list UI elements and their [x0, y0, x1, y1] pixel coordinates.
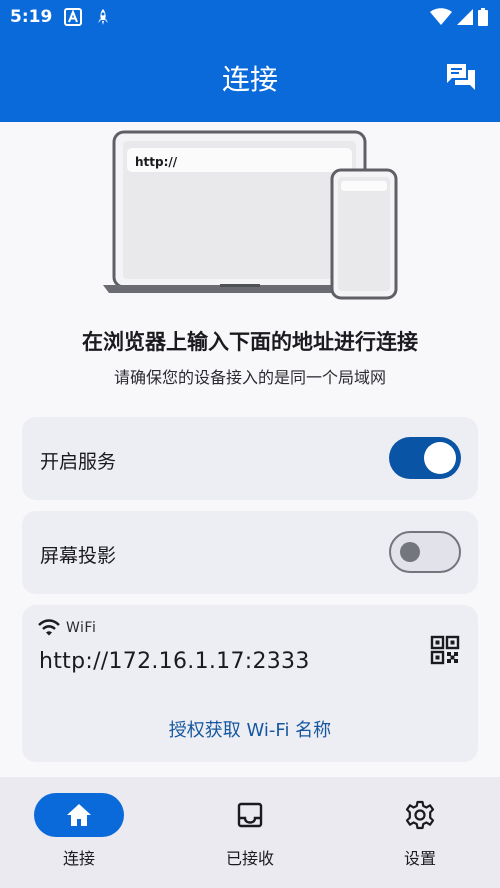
switch-knob: [400, 542, 420, 562]
wifi-icon: [38, 619, 60, 636]
feedback-icon: [447, 64, 475, 90]
feedback-button[interactable]: [444, 60, 478, 94]
projection-toggle-row[interactable]: 屏幕投影: [22, 511, 478, 594]
bottom-navigation: 连接 已接收 设置: [0, 777, 500, 888]
service-switch[interactable]: [389, 437, 461, 479]
authorize-wifi-name-link[interactable]: 授权获取 Wi-Fi 名称: [22, 716, 478, 742]
network-label: WiFi: [66, 620, 97, 636]
page-title: 连接: [221, 63, 278, 96]
cellular-signal-icon: [457, 9, 473, 25]
gear-icon: [405, 800, 435, 830]
devices-illustration: http://: [103, 130, 398, 300]
projection-switch[interactable]: [389, 531, 461, 573]
qr-code-button[interactable]: [430, 635, 460, 665]
connection-address[interactable]: http://172.16.1.17:2333: [39, 649, 310, 674]
font-notification-icon: [64, 8, 82, 26]
nav-item-settings[interactable]: 设置: [353, 791, 493, 871]
connect-headline: 在浏览器上输入下面的地址进行连接: [82, 330, 418, 354]
status-bar: 5:19: [0, 0, 500, 34]
rocket-notification-icon: [98, 9, 108, 25]
nav-item-received[interactable]: 已接收: [183, 791, 323, 871]
connect-hint: 请确保您的设备接入的是同一个局域网: [113, 368, 386, 387]
status-icons: [430, 8, 488, 26]
nav-label-received: 已接收: [225, 849, 274, 868]
browser-url-text: http://: [135, 155, 178, 169]
home-icon: [67, 804, 91, 826]
nav-label-connect: 连接: [62, 849, 95, 868]
app-bar: 连接: [0, 34, 500, 122]
inbox-icon: [237, 802, 263, 828]
status-time: 5:19: [10, 7, 53, 27]
nav-icon-container: [205, 793, 295, 837]
service-label: 开启服务: [40, 451, 117, 473]
service-toggle-row[interactable]: 开启服务: [22, 417, 478, 500]
nav-icon-container: [375, 793, 465, 837]
nav-active-indicator: [34, 793, 124, 837]
switch-knob: [424, 442, 456, 474]
network-info: WiFi: [38, 619, 96, 637]
wifi-icon: [430, 8, 452, 25]
nav-label-settings: 设置: [403, 849, 436, 868]
nav-item-connect[interactable]: 连接: [12, 791, 152, 871]
connection-address-card: WiFi http://172.16.1.17:2333 授权获取 Wi-Fi …: [22, 605, 478, 762]
projection-label: 屏幕投影: [40, 545, 117, 567]
qr-code-icon: [430, 635, 460, 665]
battery-icon: [478, 8, 488, 26]
